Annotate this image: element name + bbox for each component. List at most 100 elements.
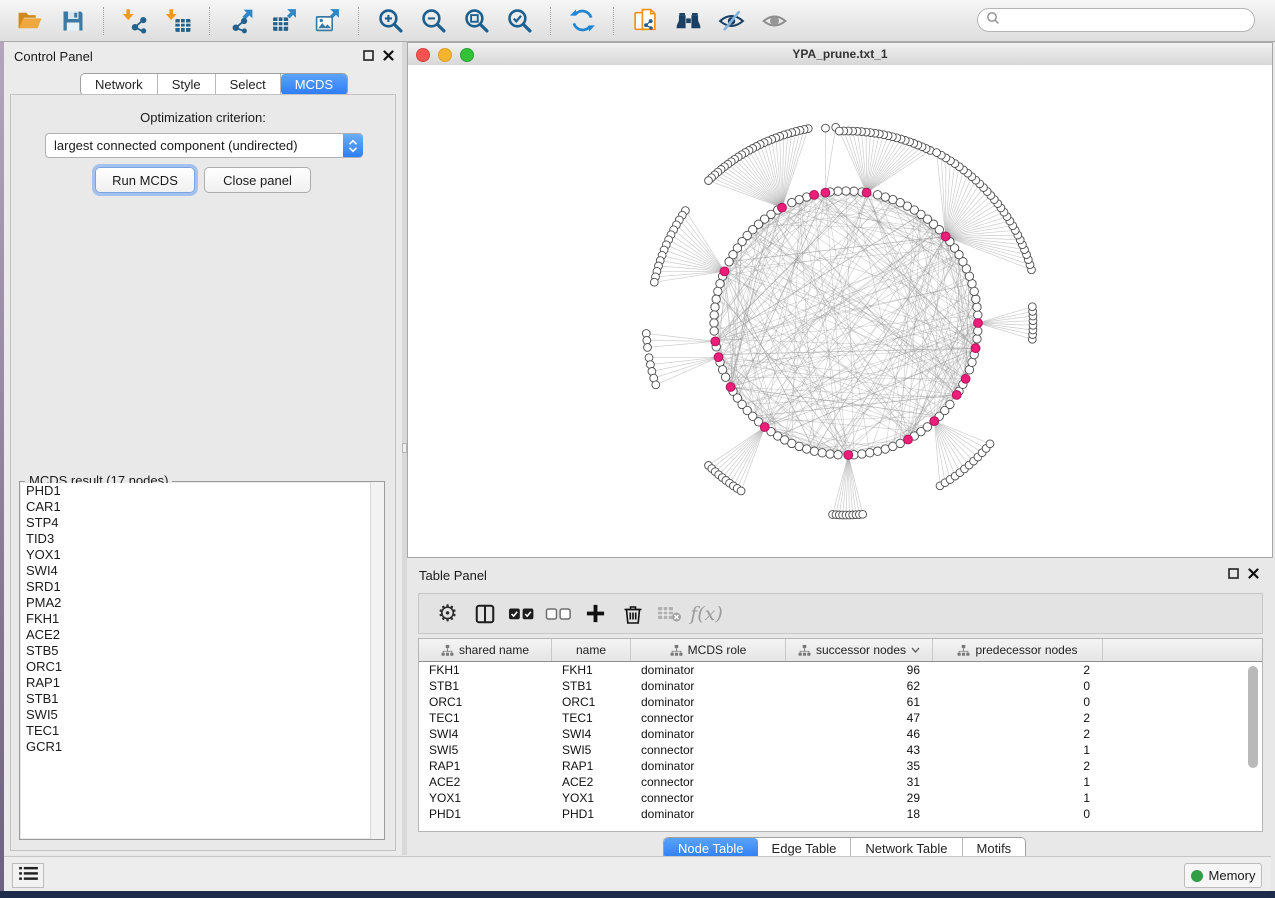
tree-icon xyxy=(670,644,683,657)
table-row[interactable]: TEC1TEC1connector472 xyxy=(419,710,1262,726)
table-panel: Table Panel ⚙f(x) shared namenameMCDS ro… xyxy=(407,558,1275,855)
application-window: Control Panel NetworkStyleSelectMCDS Opt… xyxy=(0,0,1275,898)
control-panel-header: Control Panel xyxy=(4,42,402,70)
mcds-result-item[interactable]: GCR1 xyxy=(21,739,383,755)
close-panel-icon[interactable] xyxy=(383,50,394,61)
table-row[interactable]: STB1STB1dominator620 xyxy=(419,678,1262,694)
memory-status-icon xyxy=(1191,870,1203,882)
copy-network-icon[interactable] xyxy=(629,4,662,37)
network-canvas[interactable] xyxy=(408,65,1272,557)
memory-button[interactable]: Memory xyxy=(1184,863,1262,888)
table-row[interactable]: ORC1ORC1dominator610 xyxy=(419,694,1262,710)
column-header-successor-nodes[interactable]: successor nodes xyxy=(786,639,933,661)
mcds-result-item[interactable]: RAP1 xyxy=(21,675,383,691)
mcds-list-scrollbar[interactable] xyxy=(370,482,384,839)
table-row[interactable]: PHD1PHD1dominator180 xyxy=(419,806,1262,822)
cell-MCDS-role: dominator xyxy=(631,759,786,773)
table-row[interactable]: SWI5SWI5connector431 xyxy=(419,742,1262,758)
close-panel-button[interactable]: Close panel xyxy=(204,167,311,193)
deselect-all-checkbox-icon[interactable] xyxy=(540,597,577,631)
table-row[interactable]: ACE2ACE2connector311 xyxy=(419,774,1262,790)
tab-network[interactable]: Network xyxy=(81,74,158,95)
save-session-icon[interactable] xyxy=(56,4,89,37)
table-row[interactable]: SWI4SWI4dominator462 xyxy=(419,726,1262,742)
mcds-result-item[interactable]: TEC1 xyxy=(21,723,383,739)
mcds-result-item[interactable]: TID3 xyxy=(21,531,383,547)
mcds-result-item[interactable]: STB1 xyxy=(21,691,383,707)
mcds-result-item[interactable]: FKH1 xyxy=(21,611,383,627)
binoculars-icon[interactable] xyxy=(672,4,705,37)
cell-shared-name: YOX1 xyxy=(419,791,552,805)
tab-select[interactable]: Select xyxy=(216,74,281,95)
export-table-icon[interactable] xyxy=(268,4,301,37)
column-label: shared name xyxy=(459,643,529,657)
mcds-result-item[interactable]: SWI5 xyxy=(21,707,383,723)
table-toolbar: ⚙f(x) xyxy=(418,593,1263,634)
optimization-criterion-label: Optimization criterion: xyxy=(11,110,395,125)
graphics-details-icon[interactable] xyxy=(715,4,748,37)
column-header-predecessor-nodes[interactable]: predecessor nodes xyxy=(933,639,1103,661)
columns-icon[interactable] xyxy=(466,597,503,631)
delete-icon[interactable] xyxy=(614,597,651,631)
mcds-result-item[interactable]: STP4 xyxy=(21,515,383,531)
memory-label: Memory xyxy=(1209,868,1256,883)
mcds-result-item[interactable]: CAR1 xyxy=(21,499,383,515)
import-table-icon[interactable] xyxy=(162,4,195,37)
table-row[interactable]: FKH1FKH1dominator962 xyxy=(419,662,1262,678)
search-input[interactable] xyxy=(1005,12,1254,28)
float-panel-icon[interactable] xyxy=(363,50,374,61)
mcds-result-item[interactable]: PMA2 xyxy=(21,595,383,611)
cell-successor-nodes: 61 xyxy=(786,695,933,709)
cell-predecessor-nodes: 1 xyxy=(933,791,1103,805)
table-row[interactable]: YOX1YOX1connector291 xyxy=(419,790,1262,806)
zoom-out-icon[interactable] xyxy=(417,4,450,37)
mcds-result-item[interactable]: SRD1 xyxy=(21,579,383,595)
network-window-titlebar[interactable]: YPA_prune.txt_1 xyxy=(408,43,1272,66)
network-graph[interactable] xyxy=(408,65,1274,558)
zoom-fit-icon[interactable] xyxy=(460,4,493,37)
settings-gear-icon[interactable]: ⚙ xyxy=(429,597,466,631)
dropdown-stepper-icon xyxy=(343,134,363,157)
eye-icon[interactable] xyxy=(758,4,791,37)
mcds-tab-content: Optimization criterion: largest connecte… xyxy=(10,94,396,851)
mcds-result-item[interactable]: SWI4 xyxy=(21,563,383,579)
tab-style[interactable]: Style xyxy=(158,74,216,95)
table-scrollbar-thumb[interactable] xyxy=(1248,666,1258,768)
control-panel-title: Control Panel xyxy=(14,49,93,64)
table-row[interactable]: RAP1RAP1dominator352 xyxy=(419,758,1262,774)
mcds-result-item[interactable]: ORC1 xyxy=(21,659,383,675)
export-image-icon[interactable] xyxy=(311,4,344,37)
zoom-in-icon[interactable] xyxy=(374,4,407,37)
table-scrollbar[interactable] xyxy=(1247,664,1259,830)
cell-successor-nodes: 31 xyxy=(786,775,933,789)
cell-shared-name: STB1 xyxy=(419,679,552,693)
node-table-header: shared name nameMCDS role successor nodes p… xyxy=(419,639,1262,662)
optimization-criterion-select[interactable]: largest connected component (undirected) xyxy=(45,133,363,158)
cell-MCDS-role: connector xyxy=(631,791,786,805)
cell-successor-nodes: 47 xyxy=(786,711,933,725)
open-session-icon[interactable] xyxy=(13,4,46,37)
tab-mcds[interactable]: MCDS xyxy=(281,74,347,95)
column-header-name[interactable]: name xyxy=(552,639,631,661)
cell-MCDS-role: connector xyxy=(631,775,786,789)
column-label: successor nodes xyxy=(816,643,906,657)
import-network-icon[interactable] xyxy=(119,4,152,37)
add-icon[interactable] xyxy=(577,597,614,631)
close-panel-icon[interactable] xyxy=(1248,568,1259,579)
column-header-MCDS-role[interactable]: MCDS role xyxy=(631,639,786,661)
run-mcds-button[interactable]: Run MCDS xyxy=(95,167,195,193)
mcds-result-item[interactable]: YOX1 xyxy=(21,547,383,563)
mcds-result-item[interactable]: STB5 xyxy=(21,643,383,659)
task-history-button[interactable] xyxy=(12,863,44,888)
float-panel-icon[interactable] xyxy=(1228,568,1239,579)
mcds-result-list[interactable]: PHD1CAR1STP4TID3YOX1SWI4SRD1PMA2FKH1ACE2… xyxy=(21,483,383,838)
mcds-result-item[interactable]: PHD1 xyxy=(21,483,383,499)
search-box[interactable] xyxy=(977,8,1255,32)
select-all-checkbox-icon[interactable] xyxy=(503,597,540,631)
mcds-result-item[interactable]: ACE2 xyxy=(21,627,383,643)
zoom-selected-icon[interactable] xyxy=(503,4,536,37)
column-header-shared-name[interactable]: shared name xyxy=(419,639,552,661)
refresh-icon[interactable] xyxy=(566,4,599,37)
export-network-icon[interactable] xyxy=(225,4,258,37)
cell-MCDS-role: dominator xyxy=(631,807,786,821)
